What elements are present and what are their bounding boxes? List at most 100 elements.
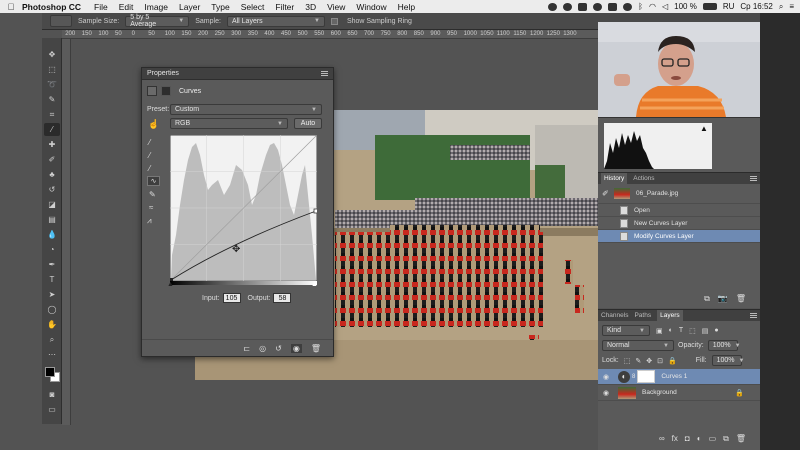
wifi-icon[interactable]: ◠ <box>649 2 656 11</box>
filter-kind-dropdown[interactable]: Kind ▼ <box>602 325 650 336</box>
gradient-tool-icon[interactable]: ▤ <box>44 213 60 226</box>
targeted-adjustment-icon[interactable]: ☝ <box>148 119 159 130</box>
path-select-tool-icon[interactable]: ➤ <box>44 288 60 301</box>
new-adjustment-icon[interactable]: ◐ <box>697 434 702 444</box>
trash-icon[interactable]: 🗑 <box>736 434 746 444</box>
dropbox-icon[interactable] <box>578 2 588 11</box>
hand-tool-icon[interactable]: ✋ <box>44 318 60 331</box>
clipping-warning-icon[interactable]: ⩘ <box>147 216 152 226</box>
status-app-icon[interactable] <box>593 2 603 11</box>
menu-filter[interactable]: Filter <box>275 2 294 12</box>
input-source-icon[interactable]: RU <box>723 2 735 11</box>
panel-menu-icon[interactable] <box>321 71 328 76</box>
layer-mask-thumbnail[interactable] <box>637 370 656 383</box>
new-layer-icon[interactable]: ⧉ <box>723 434 729 444</box>
eye-icon[interactable]: ◉ <box>600 389 612 397</box>
type-tool-icon[interactable]: T <box>44 273 60 286</box>
history-item-selected[interactable]: Modify Curves Layer <box>598 230 760 243</box>
filter-adjustment-icon[interactable]: ◐ <box>669 327 673 334</box>
menu-select[interactable]: Select <box>241 2 265 12</box>
cloud-icon[interactable] <box>608 2 618 11</box>
add-mask-icon[interactable]: ◘ <box>685 434 690 444</box>
foreground-color-swatch[interactable] <box>45 367 55 377</box>
more-tools-icon[interactable]: ⋯ <box>44 348 60 361</box>
input-field[interactable]: 105 <box>222 293 241 303</box>
chain-link-icon[interactable]: 8 <box>632 374 635 380</box>
shape-tool-icon[interactable]: ◯ <box>44 303 60 316</box>
sampling-ring-checkbox[interactable] <box>330 17 338 25</box>
draw-pencil-icon[interactable]: ✎ <box>149 190 156 199</box>
eyedropper-preset-icon[interactable] <box>50 15 72 27</box>
opacity-field[interactable]: 100% ▼ <box>707 340 741 351</box>
tab-paths[interactable]: Paths <box>634 312 651 319</box>
menu-window[interactable]: Window <box>356 2 386 12</box>
properties-panel-tab[interactable]: Properties <box>142 68 333 80</box>
healing-tool-icon[interactable]: ✚ <box>44 138 60 151</box>
fill-field[interactable]: 100% ▼ <box>711 355 744 366</box>
filter-toggle-icon[interactable]: ● <box>714 327 718 334</box>
tab-channels[interactable]: Channels <box>601 312 628 319</box>
curves-graph[interactable]: ✥ <box>169 134 319 282</box>
blur-tool-icon[interactable]: 💧 <box>44 228 60 241</box>
move-tool-icon[interactable]: ✥ <box>44 48 60 61</box>
menu-list-icon[interactable]: ≡ <box>789 2 794 11</box>
menu-layer[interactable]: Layer <box>179 2 200 12</box>
filter-shape-icon[interactable]: ⬚ <box>689 327 696 335</box>
marquee-tool-icon[interactable]: ⬚ <box>44 63 60 76</box>
reset-icon[interactable]: ↺ <box>275 344 282 353</box>
search-icon[interactable]: ⌕ <box>779 2 783 12</box>
lock-position-icon[interactable]: ✥ <box>646 357 652 365</box>
lock-transparent-icon[interactable]: ⬚ <box>624 357 631 365</box>
pen-tool-icon[interactable]: ✒ <box>44 258 60 271</box>
layer-name[interactable]: Curves 1 <box>661 373 687 380</box>
history-item[interactable]: New Curves Layer <box>598 217 760 230</box>
filter-type-icon[interactable]: T <box>679 327 683 334</box>
new-document-from-state-icon[interactable]: ⧉ <box>704 294 710 304</box>
filter-smart-icon[interactable]: ▤ <box>702 327 709 335</box>
panel-menu-icon[interactable] <box>750 176 757 181</box>
white-point-eyedropper-icon[interactable]: ⁄ <box>149 164 150 173</box>
sample-size-dropdown[interactable]: 5 by 5 Average ▼ <box>125 14 190 28</box>
status-app-icon[interactable] <box>548 2 558 11</box>
edit-points-icon[interactable]: ∿ <box>147 176 160 186</box>
white-slider-icon[interactable]: ▲ <box>311 281 318 288</box>
history-brush-icon[interactable]: ↺ <box>44 183 60 196</box>
menu-help[interactable]: Help <box>398 2 415 12</box>
lasso-tool-icon[interactable]: ➰ <box>44 78 60 91</box>
battery-icon[interactable] <box>702 3 717 10</box>
layer-row-curves[interactable]: ◉ ◐ 8 Curves 1 <box>598 369 760 385</box>
volume-icon[interactable]: ◁ <box>662 2 668 11</box>
curves-adjustment-icon[interactable] <box>147 86 157 96</box>
lock-all-icon[interactable]: 🔒 <box>668 357 677 365</box>
fx-icon[interactable]: fx <box>672 434 678 444</box>
menu-edit[interactable]: Edit <box>119 2 134 12</box>
menu-view[interactable]: View <box>327 2 345 12</box>
mask-icon[interactable] <box>161 86 171 96</box>
dodge-tool-icon[interactable]: ◔ <box>44 243 60 256</box>
clock[interactable]: Ср 16:52 <box>740 2 772 11</box>
crop-tool-icon[interactable]: ⌗ <box>44 108 60 121</box>
lock-artboard-icon[interactable]: ⊡ <box>657 357 663 365</box>
stamp-tool-icon[interactable]: ♣ <box>44 168 60 181</box>
history-snapshot[interactable]: ✐ 06_Parade.jpg <box>598 184 760 204</box>
menu-app-name[interactable]: Photoshop CC <box>22 2 81 12</box>
menu-type[interactable]: Type <box>211 2 229 12</box>
lock-image-icon[interactable]: ✎ <box>635 357 641 365</box>
panel-menu-icon[interactable] <box>750 313 757 318</box>
zoom-tool-icon[interactable]: ⌕ <box>44 333 60 346</box>
eyedropper-tool-icon[interactable]: ⁄ <box>44 123 60 136</box>
output-field[interactable]: 58 <box>273 293 292 303</box>
cache-warning-icon[interactable]: ▲ <box>700 124 708 133</box>
smooth-curve-icon[interactable]: ≈ <box>149 203 153 212</box>
status-app-icon[interactable] <box>563 2 573 11</box>
clip-to-layer-icon[interactable]: ⊏ <box>243 344 250 353</box>
preset-dropdown[interactable]: Custom ▼ <box>170 104 322 115</box>
quick-select-tool-icon[interactable]: ✎ <box>44 93 60 106</box>
tab-layers[interactable]: Layers <box>657 310 683 321</box>
black-slider-icon[interactable]: ▲ <box>167 281 174 288</box>
layer-row-background[interactable]: ◉ Background 🔒 <box>598 385 760 401</box>
brush-tool-icon[interactable]: ✐ <box>44 153 60 166</box>
channel-dropdown[interactable]: RGB ▼ <box>170 118 288 129</box>
new-group-icon[interactable]: ▭ <box>709 434 717 444</box>
black-point-eyedropper-icon[interactable]: ⁄ <box>149 138 150 147</box>
